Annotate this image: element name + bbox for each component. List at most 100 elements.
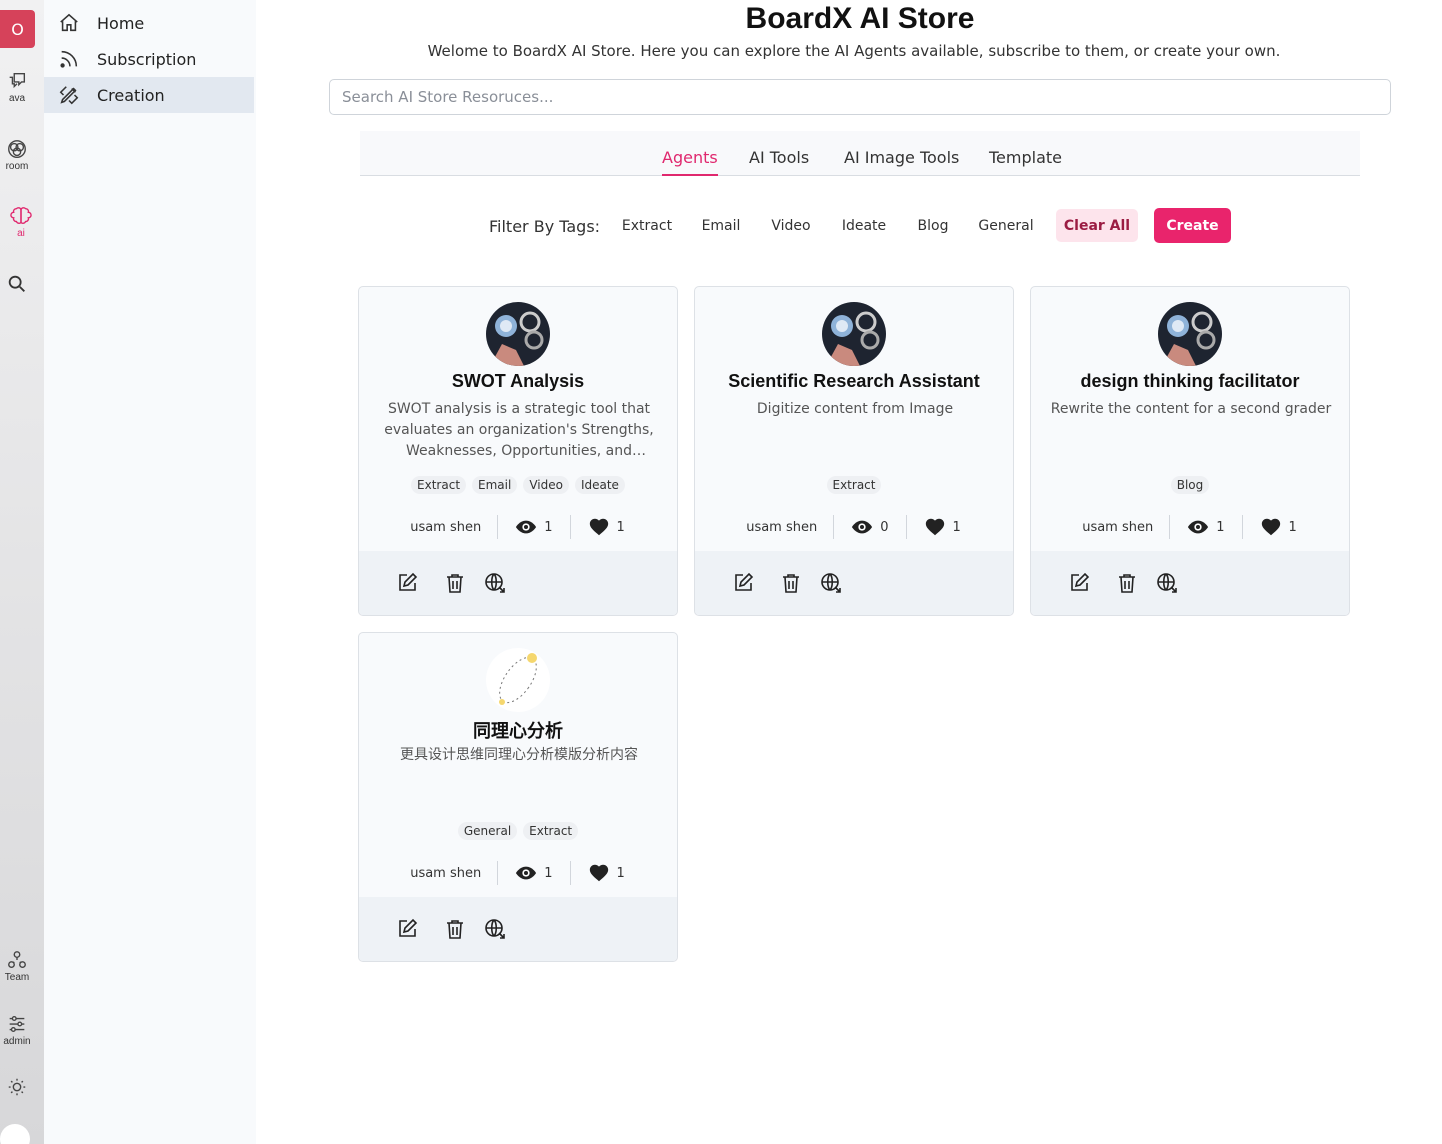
- agent-tag: General: [457, 822, 518, 840]
- agent-card[interactable]: design thinking facilitator Rewrite the …: [1030, 286, 1350, 616]
- rail-item-search[interactable]: [0, 273, 34, 295]
- page-subtitle: Welome to BoardX AI Store. Here you can …: [427, 42, 1281, 60]
- like-count-value: 1: [616, 865, 625, 881]
- globe-share-icon[interactable]: [1155, 571, 1179, 595]
- like-count[interactable]: 1: [1243, 516, 1314, 538]
- edit-icon[interactable]: [395, 917, 419, 941]
- agent-actions: [695, 551, 1013, 615]
- agent-author: usam shen: [410, 865, 482, 881]
- filter-tag-blog[interactable]: Blog: [907, 209, 959, 242]
- agent-avatar-image: [486, 302, 550, 366]
- agent-avatar: [486, 302, 550, 366]
- chat-icon: [9, 72, 26, 89]
- rail-item-theme[interactable]: [0, 1076, 34, 1098]
- agent-tags: Extract: [695, 476, 1013, 494]
- profile-picture[interactable]: [0, 1124, 30, 1144]
- agent-avatar: [822, 302, 886, 366]
- view-count: 1: [498, 516, 569, 538]
- clear-all-button[interactable]: Clear All: [1056, 209, 1138, 242]
- left-rail: O ava room ai Team admin: [0, 0, 44, 1144]
- heart-icon: [925, 518, 944, 536]
- edit-icon[interactable]: [395, 571, 419, 595]
- agent-avatar-image: [1158, 302, 1222, 366]
- rail-item-room[interactable]: room: [0, 138, 34, 172]
- agent-title: 同理心分析: [473, 721, 563, 741]
- filter-tag-ideate[interactable]: Ideate: [833, 209, 895, 242]
- edit-icon[interactable]: [1067, 571, 1091, 595]
- agent-avatar-image: [486, 648, 550, 712]
- agent-author: usam shen: [1082, 519, 1154, 535]
- view-count: 1: [498, 862, 569, 884]
- agent-description: SWOT analysis is a strategic tool that e…: [384, 401, 654, 459]
- agent-card[interactable]: SWOT Analysis SWOT analysis is a strateg…: [358, 286, 678, 616]
- rail-label-ava: ava: [8, 93, 26, 104]
- create-button[interactable]: Create: [1154, 208, 1231, 243]
- rail-label-team: Team: [4, 972, 30, 983]
- rail-label-room: room: [5, 161, 29, 172]
- heart-icon: [589, 864, 608, 882]
- rail-item-ai[interactable]: ai: [4, 205, 38, 239]
- rail-label-ai: ai: [17, 228, 25, 239]
- agent-title: SWOT Analysis: [451, 371, 585, 391]
- rail-item-admin[interactable]: admin: [0, 1013, 34, 1047]
- trash-icon[interactable]: [443, 917, 467, 941]
- like-count[interactable]: 1: [571, 516, 642, 538]
- sidebar-item-subscription[interactable]: Subscription: [44, 41, 254, 77]
- agent-tag: Ideate: [574, 476, 625, 494]
- sidebar-item-home[interactable]: Home: [44, 5, 254, 41]
- like-count[interactable]: 1: [907, 516, 978, 538]
- trash-icon[interactable]: [1115, 571, 1139, 595]
- filter-tag-email[interactable]: Email: [693, 209, 749, 242]
- agent-tag: Video: [523, 476, 569, 494]
- globe-share-icon[interactable]: [483, 571, 507, 595]
- agent-title: Scientific Research Assistant: [728, 371, 980, 391]
- like-count-value: 1: [1288, 519, 1297, 535]
- view-count-value: 1: [544, 865, 553, 881]
- agent-description: Rewrite the content for a second grader: [1050, 401, 1332, 417]
- view-count-value: 0: [880, 519, 889, 535]
- tab-bar: Agents AI Tools AI Image Tools Template: [360, 131, 1360, 176]
- agent-tags: Extract Email Video Ideate: [359, 476, 677, 494]
- agent-meta: usam shen 0 1: [695, 514, 1013, 540]
- tab-agents[interactable]: Agents: [662, 148, 718, 176]
- view-count-value: 1: [544, 519, 553, 535]
- edit-icon[interactable]: [731, 571, 755, 595]
- agent-description: Digitize content from Image: [756, 401, 954, 417]
- eye-icon: [1188, 520, 1209, 534]
- tab-ai-image-tools[interactable]: AI Image Tools: [844, 148, 959, 176]
- rail-item-ava[interactable]: ava: [0, 70, 34, 104]
- filter-label: Filter By Tags:: [489, 217, 601, 236]
- agent-author: usam shen: [410, 519, 482, 535]
- agent-author: usam shen: [746, 519, 818, 535]
- agent-tags: Blog: [1031, 476, 1349, 494]
- tab-ai-tools[interactable]: AI Tools: [749, 148, 809, 176]
- pencil-ruler-icon: [59, 86, 79, 105]
- globe-share-icon[interactable]: [819, 571, 843, 595]
- trash-icon[interactable]: [779, 571, 803, 595]
- sidebar-label-subscription: Subscription: [97, 49, 197, 69]
- eye-icon: [516, 866, 537, 880]
- globe-share-icon[interactable]: [483, 917, 507, 941]
- agent-avatar-image: [822, 302, 886, 366]
- trash-icon[interactable]: [443, 571, 467, 595]
- filter-tag-video[interactable]: Video: [761, 209, 821, 242]
- sidebar-item-creation[interactable]: Creation: [44, 77, 254, 113]
- agent-card[interactable]: Scientific Research Assistant Digitize c…: [694, 286, 1014, 616]
- agent-tag: Blog: [1170, 476, 1210, 494]
- search-icon: [8, 275, 25, 292]
- filter-tag-general[interactable]: General: [970, 209, 1042, 242]
- tab-template[interactable]: Template: [989, 148, 1062, 176]
- rail-label-admin: admin: [3, 1036, 31, 1047]
- search-input[interactable]: [329, 79, 1391, 115]
- agent-avatar: [486, 648, 550, 712]
- agent-meta: usam shen 1 1: [359, 514, 677, 540]
- agent-card[interactable]: 同理心分析 更具设计思维同理心分析模版分析内容 General Extract …: [358, 632, 678, 962]
- like-count-value: 1: [952, 519, 961, 535]
- heart-icon: [589, 518, 608, 536]
- like-count-value: 1: [616, 519, 625, 535]
- filter-tag-extract[interactable]: Extract: [612, 209, 682, 242]
- rail-item-team[interactable]: Team: [0, 949, 34, 983]
- heart-icon: [1261, 518, 1280, 536]
- user-avatar[interactable]: O: [0, 10, 35, 48]
- like-count[interactable]: 1: [571, 862, 642, 884]
